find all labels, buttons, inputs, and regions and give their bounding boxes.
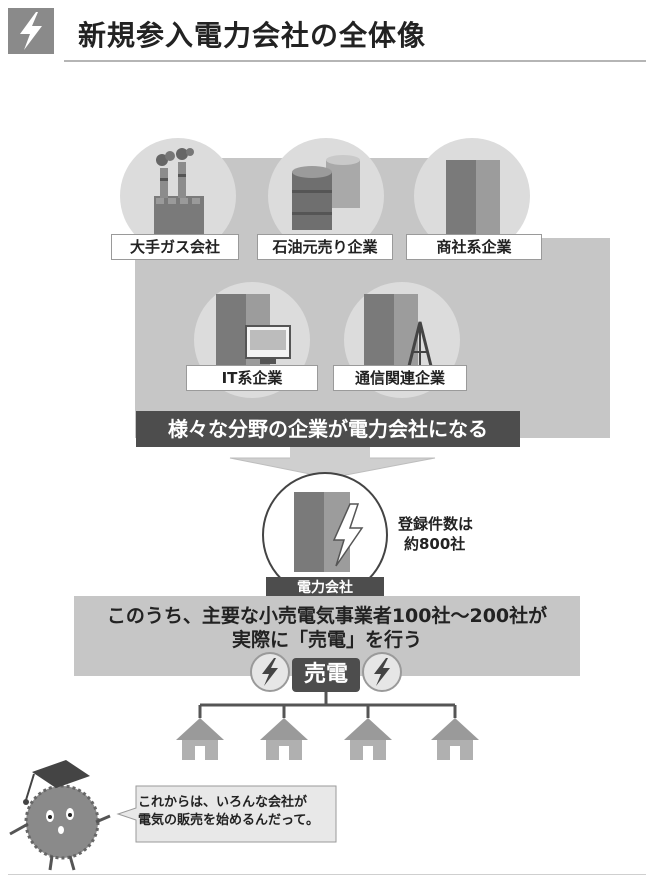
house-icon-4: [431, 718, 479, 760]
speech-line1: これからは、いろんな会社が: [138, 795, 308, 810]
house-icon-1: [176, 718, 224, 760]
mascot-illustration: [4, 752, 114, 872]
bottom-divider: [8, 874, 646, 875]
house-icon-3: [344, 718, 392, 760]
distribution-network: [176, 692, 479, 760]
house-icon-2: [260, 718, 308, 760]
speech-text: これからは、いろんな会社が 電気の販売を始めるんだって。: [138, 794, 319, 830]
speech-line2: 電気の販売を始めるんだって。: [138, 813, 319, 828]
